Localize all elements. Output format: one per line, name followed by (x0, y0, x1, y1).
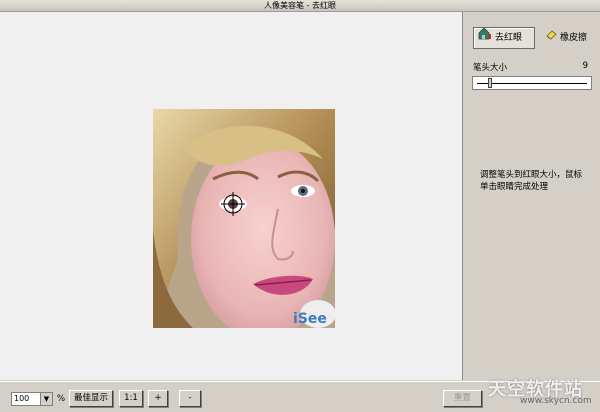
window-title-bar: 人像美容笔 - 去红眼 (0, 0, 600, 12)
instruction-text: 调整笔头到红眼大小，鼠标 单击眼睛完成处理 (480, 169, 595, 193)
brush-size-value: 9 (582, 61, 588, 71)
image-canvas[interactable]: iSee (0, 12, 463, 380)
chevron-down-icon[interactable]: ▼ (40, 393, 52, 405)
redeye-tool-label: 去红眼 (495, 33, 523, 43)
window-title: 人像美容笔 - 去红眼 (264, 1, 336, 10)
portrait-photo[interactable]: iSee (153, 109, 335, 328)
zoom-out-button[interactable]: - (179, 390, 201, 407)
house-brush-icon (478, 27, 492, 49)
eraser-tool-button[interactable]: 橡皮擦 (541, 27, 595, 49)
best-fit-button[interactable]: 最佳显示 (69, 390, 113, 407)
redeye-tool-button[interactable]: 去红眼 (473, 27, 535, 49)
slider-track (477, 83, 587, 84)
eraser-icon (545, 27, 557, 49)
brush-size-label: 笔头大小 (473, 63, 508, 73)
brush-size-row: 笔头大小 9 (473, 61, 588, 73)
instruction-line-2: 单击眼睛完成处理 (480, 182, 549, 192)
watermark-url: www.skycn.com (520, 396, 592, 406)
reset-button[interactable]: 重置 (443, 390, 482, 407)
zoom-unit: % (57, 394, 66, 404)
slider-thumb[interactable] (487, 78, 492, 88)
zoom-in-button[interactable]: + (148, 390, 168, 407)
portrait-image: iSee (153, 109, 335, 328)
zoom-value: 100 (14, 394, 30, 403)
tool-panel: 去红眼 橡皮擦 笔头大小 9 调整笔头到红眼大小，鼠标 单击眼睛完成处理 (463, 12, 600, 380)
eraser-tool-label: 橡皮擦 (560, 33, 588, 43)
brush-size-slider[interactable] (472, 76, 592, 90)
instruction-line-1: 调整笔头到红眼大小，鼠标 (480, 170, 583, 180)
svg-text:iSee: iSee (293, 311, 327, 327)
zoom-select[interactable]: 100 ▼ (11, 392, 53, 406)
actual-size-button[interactable]: 1:1 (119, 390, 143, 407)
